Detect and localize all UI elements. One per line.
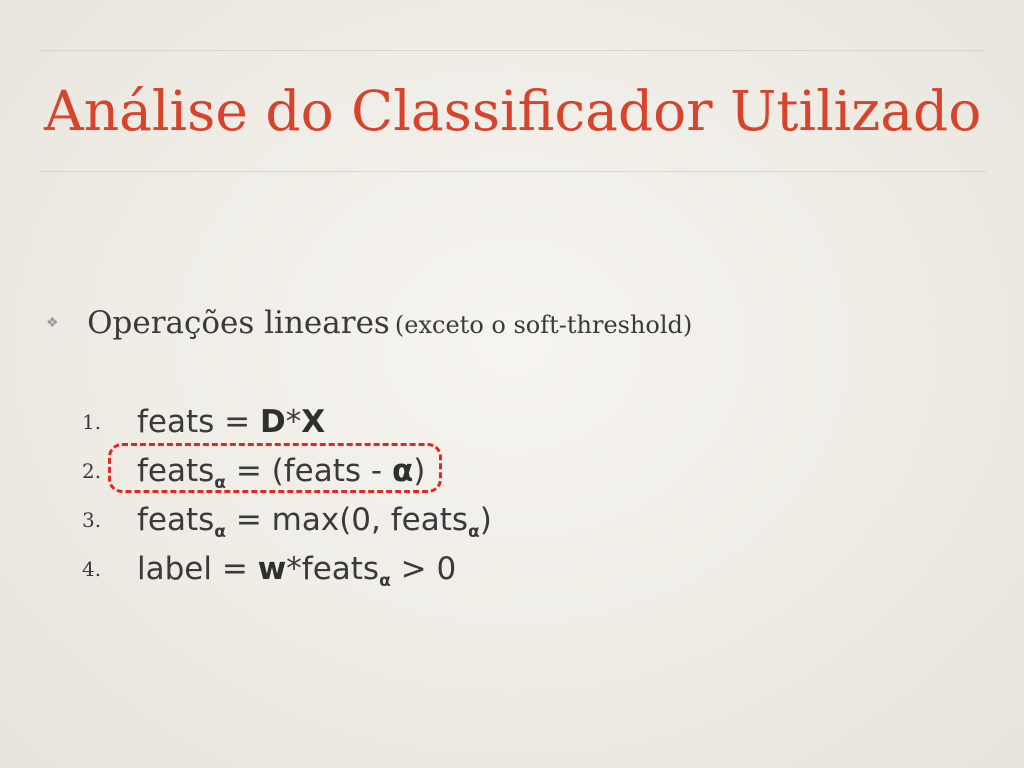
slide-title: Análise do Classificador Utilizado xyxy=(44,79,982,143)
step-number: 2. xyxy=(82,459,102,483)
step-number: 1. xyxy=(82,410,102,434)
bullet-item: ❖ Operações lineares (exceto o soft-thre… xyxy=(46,305,692,341)
step-equation: featsα = max(0, featsα) xyxy=(137,502,492,542)
diamond-flower-bullet-icon: ❖ xyxy=(46,315,59,331)
step-number: 4. xyxy=(82,557,102,581)
step-number: 3. xyxy=(82,508,102,532)
top-divider xyxy=(40,50,986,51)
step-equation: label = w*featsα > 0 xyxy=(137,551,457,591)
highlight-annotation xyxy=(108,443,442,493)
title-divider xyxy=(40,171,986,172)
step-equation: feats = D*X xyxy=(137,404,326,440)
bullet-note: (exceto o soft-threshold) xyxy=(394,311,693,339)
bullet-text: Operações lineares xyxy=(87,305,390,341)
